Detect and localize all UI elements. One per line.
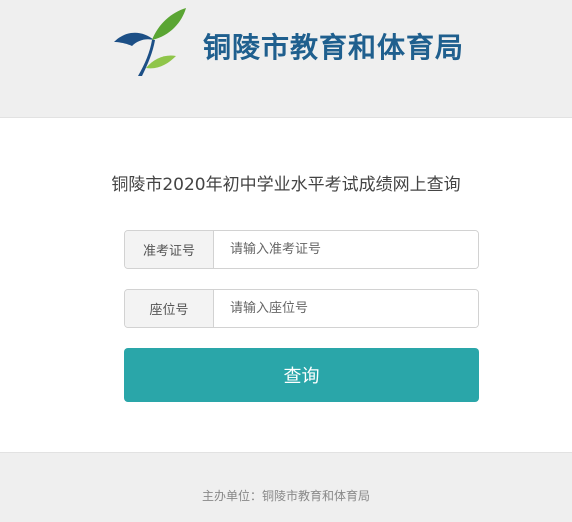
footer-sponsor-text: 主办单位：铜陵市教育和体育局	[201, 489, 370, 503]
leaf-bird-logo-icon	[114, 8, 186, 76]
seat-number-field: 座位号	[124, 289, 479, 328]
query-button[interactable]: 查询	[124, 348, 479, 402]
site-header: 铜陵市教育和体育局	[0, 0, 572, 118]
admission-number-input[interactable]	[214, 231, 478, 268]
query-panel: 铜陵市2020年初中学业水平考试成绩网上查询 准考证号 座位号 查询	[0, 118, 572, 452]
page-title: 铜陵市2020年初中学业水平考试成绩网上查询	[111, 175, 461, 195]
seat-number-label: 座位号	[125, 290, 214, 327]
admission-number-field: 准考证号	[124, 230, 479, 269]
seat-number-input[interactable]	[214, 290, 478, 327]
admission-number-label: 准考证号	[125, 231, 214, 268]
org-name: 铜陵市教育和体育局	[203, 31, 465, 64]
site-footer: 主办单位：铜陵市教育和体育局	[0, 452, 572, 522]
